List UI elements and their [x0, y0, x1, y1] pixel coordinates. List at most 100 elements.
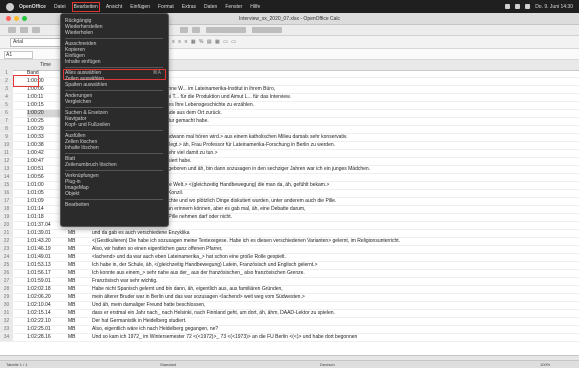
cell-speaker[interactable]: MB — [68, 262, 90, 269]
row-number[interactable]: 5 — [0, 102, 13, 109]
cell-speaker[interactable]: MB — [68, 326, 90, 333]
row-number[interactable]: 32 — [0, 318, 13, 325]
cell-speaker[interactable]: MB — [68, 294, 90, 301]
cell-time[interactable]: 1:00:15 — [27, 102, 63, 109]
cell-speaker[interactable]: MB — [68, 318, 90, 325]
cell-time[interactable]: 1:00:33 — [27, 134, 63, 141]
row-number[interactable]: 8 — [0, 126, 13, 133]
cell-time[interactable]: 1:01:53.13 — [27, 262, 63, 269]
row-number[interactable]: 11 — [0, 150, 13, 157]
column-header-time[interactable]: Time — [40, 60, 51, 70]
table-row[interactable]: 30 1:02:10.04 MB Und äh, mein damaliger Fre… — [0, 302, 579, 310]
menu-item[interactable]: Kopf- und Fußzeilen — [65, 122, 163, 129]
cell-time[interactable]: 1:00:29 — [27, 126, 63, 133]
cell-time[interactable]: 1:00:38 — [27, 142, 63, 149]
cell-speaker[interactable]: MB — [68, 278, 90, 285]
row-number[interactable]: 28 — [0, 286, 13, 293]
cell-speaker[interactable]: MB — [68, 270, 90, 277]
cell-text[interactable]: dass er erstmal ein Jahr nach_ nach Hels… — [92, 310, 572, 317]
menu-item[interactable]: Zeilenumbruch löschen — [65, 162, 163, 169]
menu-datei[interactable]: Datei — [54, 4, 66, 10]
menu-item[interactable]: Wiederholen — [65, 30, 163, 37]
cell-time[interactable]: 1:01:37.04 — [27, 222, 63, 229]
menu-item[interactable]: Vergleichen — [65, 99, 163, 106]
cell-time[interactable]: 1:00:47 — [27, 158, 63, 165]
table-row[interactable]: 24 1:01:49.01 MB <lachend> und da war auch … — [0, 254, 579, 262]
cell-time[interactable]: 1:02:25.01 — [27, 326, 63, 333]
cell-text[interactable]: und da gab es auch verschiedene Enzyklik… — [92, 230, 572, 237]
row-number[interactable]: 21 — [0, 230, 13, 237]
menu-item[interactable]: Inhalte einfügen — [65, 59, 163, 66]
table-row[interactable]: 32 1:02:22.10 MB Der hat Germanistik in Hei… — [0, 318, 579, 326]
table-row[interactable]: 21 1:01:39.01 MB und da gab es auch verschi… — [0, 230, 579, 238]
cell-time[interactable]: 1:00:06 — [27, 86, 63, 93]
menu-item[interactable]: Inhalte löschen — [65, 145, 163, 152]
table-row[interactable]: 22 1:01:43.20 MB <(Gestikulieren) Die habe … — [0, 238, 579, 246]
table-row[interactable]: 28 1:02:02.18 MB Habe nicht Spanisch gelern… — [0, 286, 579, 294]
menu-item[interactable]: Spalten auswählen — [65, 82, 163, 89]
cell-time[interactable]: 1:01:49.01 — [27, 254, 63, 261]
row-number[interactable]: 31 — [0, 310, 13, 317]
menu-item[interactable]: Objekt — [65, 191, 163, 198]
cell-text[interactable]: Habe nicht Spanisch gelernt und bin dann… — [92, 286, 572, 293]
clock[interactable]: Do. 9. Juni 14:30 — [535, 4, 573, 10]
font-name-box[interactable]: Arial — [10, 37, 62, 47]
cell-time[interactable]: 1:00:25 — [27, 118, 63, 125]
cell-time[interactable]: 1:02:15.14 — [27, 310, 63, 317]
menu-ansicht[interactable]: Ansicht — [106, 4, 122, 10]
menu-format[interactable]: Format — [158, 4, 174, 10]
open-icon[interactable] — [20, 27, 28, 33]
cell-time[interactable]: 1:01:14 — [27, 206, 63, 213]
menu-item[interactable]: Bearbeiten — [65, 202, 163, 209]
row-number[interactable]: 4 — [0, 94, 13, 101]
cell-time[interactable]: 1:02:06.20 — [27, 294, 63, 301]
row-number[interactable]: 22 — [0, 238, 13, 245]
menu-einfuegen[interactable]: Einfügen — [130, 4, 150, 10]
cell-speaker[interactable]: MB — [68, 334, 90, 341]
save-icon[interactable] — [32, 27, 40, 33]
row-number[interactable]: 25 — [0, 262, 13, 269]
cell-speaker[interactable]: MB — [68, 238, 90, 245]
row-number[interactable]: 24 — [0, 254, 13, 261]
row-number[interactable]: 7 — [0, 118, 13, 125]
row-number[interactable]: 30 — [0, 302, 13, 309]
row-number[interactable]: 6 — [0, 110, 13, 117]
row-number[interactable]: 14 — [0, 174, 13, 181]
table-row[interactable]: 29 1:02:06.20 MB mein älterer Bruder war in… — [0, 294, 579, 302]
cell-time[interactable]: 1:01:18 — [27, 214, 63, 221]
row-number[interactable]: 13 — [0, 166, 13, 173]
chart-buttons[interactable] — [252, 27, 282, 33]
new-doc-icon[interactable] — [8, 27, 16, 33]
table-row[interactable]: 25 1:01:53.13 MB Ich habe in, der Schule, ä… — [0, 262, 579, 270]
table-row[interactable]: 33 1:02:25.01 MB Also, eigentlich wäre ich … — [0, 326, 579, 334]
redo-icon[interactable] — [192, 27, 200, 33]
cell-text[interactable]: Und äh, mein damaliger Freund hatte besc… — [92, 302, 572, 309]
menu-bearbeiten[interactable]: Bearbeiten — [71, 1, 100, 12]
toolbar-buttons[interactable] — [206, 27, 246, 33]
cell-time[interactable]: 1:00:56 — [27, 174, 63, 181]
table-row[interactable]: 34 1:02:28.16 MB Und so kam ich 1972_ im Wi… — [0, 334, 579, 342]
table-row[interactable]: 23 1:01:46.19 MB Also, wir hatten so einen … — [0, 246, 579, 254]
cell-text[interactable]: mein älterer Bruder war in Berlin und da… — [92, 294, 572, 301]
cell-time[interactable]: 1:02:02.18 — [27, 286, 63, 293]
cell-time[interactable]: 1:01:56.17 — [27, 270, 63, 277]
row-number[interactable]: 3 — [0, 86, 13, 93]
cell-time[interactable]: 1:01:59.01 — [27, 278, 63, 285]
cell-text[interactable]: Also, eigentlich wäre ich nach Heidelber… — [92, 326, 572, 333]
cell-speaker[interactable]: MB — [68, 286, 90, 293]
row-number[interactable]: 17 — [0, 198, 13, 205]
row-number[interactable]: 16 — [0, 190, 13, 197]
row-number[interactable]: 34 — [0, 334, 13, 341]
battery-icon[interactable] — [515, 4, 521, 9]
menu-app-name[interactable]: OpenOffice — [19, 4, 46, 10]
row-number[interactable]: 26 — [0, 270, 13, 277]
name-box[interactable]: A1 — [4, 51, 33, 59]
row-number[interactable]: 10 — [0, 142, 13, 149]
row-number[interactable]: 18 — [0, 206, 13, 213]
row-number[interactable]: 27 — [0, 278, 13, 285]
row-number[interactable]: 15 — [0, 182, 13, 189]
cell-speaker[interactable]: MB — [68, 230, 90, 237]
menu-extras[interactable]: Extras — [182, 4, 196, 10]
cell-text[interactable]: <(Gestikulieren) Die habe ich sozusagen … — [92, 238, 572, 245]
cell-time[interactable]: 1:00:51 — [27, 166, 63, 173]
